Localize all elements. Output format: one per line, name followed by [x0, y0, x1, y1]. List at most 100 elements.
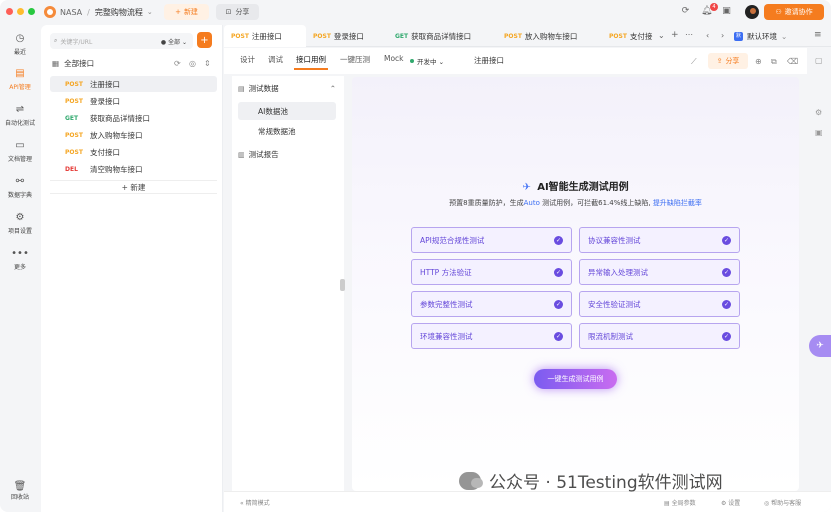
improve-link[interactable]: 提升缺陷拦截率 — [653, 199, 702, 207]
method-badge: POST — [65, 148, 83, 156]
maximize-window-button[interactable] — [28, 8, 35, 15]
right-strip: ▢ ⚙ ▣ — [808, 48, 831, 512]
case-type-card[interactable]: 协议兼容性测试 ✓ — [579, 227, 740, 253]
team-name[interactable]: NASA — [60, 8, 82, 17]
generate-cases-button[interactable]: 一键生成测试用例 — [534, 369, 617, 389]
share-button[interactable]: ⊡ 分享 — [216, 4, 259, 20]
tab-login[interactable]: POST 登录接口 — [306, 25, 388, 47]
tree-root[interactable]: ▦ 全部接口 — [52, 58, 94, 69]
global-params-button[interactable]: ▤ 全局参数 — [664, 498, 696, 507]
invite-button[interactable]: ⚇ 邀请协作 — [764, 4, 824, 20]
code-icon[interactable]: ▣ — [815, 128, 823, 137]
share-label: 分享 — [725, 57, 740, 65]
minimize-window-button[interactable] — [17, 8, 24, 15]
case-type-card[interactable]: API规范合规性测试 ✓ — [411, 227, 572, 253]
tab-api-cases[interactable]: 接口用例 — [294, 54, 328, 70]
ai-assistant-button[interactable]: ✈ — [809, 335, 831, 357]
group-test-report[interactable]: ▥ 测试报告 — [238, 149, 279, 160]
tab-more-icon[interactable]: ⋯ — [685, 30, 693, 39]
tab-scroll-right-icon[interactable]: › — [721, 31, 724, 40]
case-type-card[interactable]: 环境兼容性测试 ✓ — [411, 323, 572, 349]
calendar-icon[interactable]: ▣ — [721, 6, 732, 17]
new-api-button[interactable]: + 新建 — [50, 180, 217, 194]
case-type-card[interactable]: 异常输入处理测试 ✓ — [579, 259, 740, 285]
env-settings-icon[interactable]: ≡ — [814, 30, 822, 40]
add-api-button[interactable]: + — [197, 32, 212, 48]
search-input[interactable]: ⌕ 关键字/URL ● 全部 ⌄ — [50, 33, 193, 49]
project-name[interactable]: 完整购物流程 — [95, 7, 143, 18]
nav-item-recent[interactable]: ◷ 最近 — [0, 33, 40, 56]
nav-item-api[interactable]: ▤ API管理 — [0, 68, 40, 91]
user-plus-icon: ⚇ — [775, 8, 782, 16]
new-tab-icon[interactable]: + — [671, 30, 679, 40]
status-select[interactable]: 开发中 ⌄ — [410, 56, 444, 66]
environment-select[interactable]: 默 默认环境 ⌄ — [734, 28, 809, 44]
gear-icon[interactable]: ⚙ — [815, 108, 822, 117]
tab-add-cart[interactable]: POST 放入购物车接口 — [497, 25, 602, 47]
refresh-icon[interactable]: ⟳ — [680, 6, 691, 17]
avatar[interactable] — [745, 5, 759, 19]
tab-overflow-icon[interactable]: ⌄ — [658, 31, 665, 40]
nav-label: API管理 — [9, 84, 31, 91]
close-window-button[interactable] — [6, 8, 13, 15]
api-item[interactable]: POST 注册接口 — [50, 76, 217, 92]
item-ai-data-pool[interactable]: AI数据池 — [238, 102, 336, 120]
subtitle-mid: 测试用例，可拦截61.4%线上缺陷, — [539, 199, 653, 207]
panel-icon[interactable]: ▢ — [815, 56, 823, 65]
api-item[interactable]: GET 获取商品详情接口 — [50, 110, 217, 126]
filter-select[interactable]: ● 全部 ⌄ — [161, 37, 187, 46]
nav-item-docs[interactable]: ▭ 文档管理 — [0, 140, 40, 163]
share-api-button[interactable]: ⇪ 分享 — [708, 53, 748, 69]
lock-icon[interactable]: ⊕ — [755, 57, 762, 66]
chevron-down-icon[interactable]: ⌄ — [147, 8, 153, 16]
sub-toolbar: 设计 调试 接口用例 一键压测 Mock 开发中 ⌄ 注册接口 ⟋ ⇪ 分享 ⊕… — [224, 48, 807, 74]
tab-payment[interactable]: POST 支付接 — [602, 25, 654, 47]
card-label: API规范合规性测试 — [420, 235, 485, 245]
api-item[interactable]: POST 登录接口 — [50, 93, 217, 109]
case-type-card[interactable]: 参数完整性测试 ✓ — [411, 291, 572, 317]
nav-item-dictionary[interactable]: ⚯ 数据字典 — [0, 176, 40, 199]
app-window: NASA / 完整购物流程 ⌄ + 新建 ⊡ 分享 ⟳ 🔔︎ 4 ▣ ⚇ 邀请协… — [0, 0, 831, 512]
api-name: 清空购物车接口 — [90, 164, 143, 174]
locate-icon[interactable]: ◎ — [189, 59, 196, 68]
api-item[interactable]: DEL 清空购物车接口 — [50, 161, 217, 177]
group-test-data[interactable]: ▤ 测试数据 ⌃ — [238, 83, 336, 94]
trash-button[interactable]: 🗑︎ 回收站 — [0, 481, 40, 501]
subtitle-auto: Auto — [523, 199, 540, 207]
case-type-card[interactable]: HTTP 方法验证 ✓ — [411, 259, 572, 285]
delete-icon[interactable]: ⌫ — [787, 57, 798, 66]
tab-label: 获取商品详情接口 — [411, 31, 472, 41]
settings-button[interactable]: ⚙ 设置 — [721, 498, 740, 507]
chevron-up-icon: ⌃ — [329, 84, 336, 93]
nav-item-more[interactable]: ••• 更多 — [0, 248, 40, 271]
tab-scroll-left-icon[interactable]: ‹ — [706, 31, 709, 40]
api-item[interactable]: POST 放入购物车接口 — [50, 127, 217, 143]
case-type-card[interactable]: 限流机制测试 ✓ — [579, 323, 740, 349]
nav-item-settings[interactable]: ⚙ 项目设置 — [0, 212, 40, 235]
magic-icon[interactable]: ⟋ — [691, 57, 697, 67]
tab-mock[interactable]: Mock — [384, 54, 404, 63]
new-button[interactable]: + 新建 — [164, 4, 209, 20]
help-button[interactable]: ◎ 帮助与客服 — [764, 498, 801, 507]
tab-register[interactable]: POST 注册接口 — [224, 25, 306, 47]
card-label: 协议兼容性测试 — [588, 235, 641, 245]
tab-stress-test[interactable]: 一键压测 — [340, 54, 370, 65]
share-icon: ⇪ — [716, 57, 723, 65]
api-icon: ▤ — [15, 68, 25, 79]
nav-label: 项目设置 — [7, 228, 32, 235]
resize-handle[interactable] — [340, 279, 345, 291]
nav-item-automation[interactable]: ⇌ 自动化测试 — [0, 104, 40, 127]
tab-debug[interactable]: 调试 — [268, 54, 283, 65]
refresh-tree-icon[interactable]: ⟳ — [174, 59, 181, 68]
item-regular-data-pool[interactable]: 常规数据池 — [238, 122, 336, 140]
api-name: 支付接口 — [90, 147, 120, 157]
tab-product-detail[interactable]: GET 获取商品详情接口 — [388, 25, 497, 47]
case-type-card[interactable]: 安全性验证测试 ✓ — [579, 291, 740, 317]
collapse-icon[interactable]: ⇕ — [204, 59, 211, 68]
api-item[interactable]: POST 支付接口 — [50, 144, 217, 160]
compact-mode-toggle[interactable]: « 精简模式 — [240, 498, 270, 507]
copy-icon[interactable]: ⧉ — [771, 57, 777, 67]
tab-design[interactable]: 设计 — [240, 54, 255, 65]
api-name: 登录接口 — [90, 96, 120, 106]
plus-icon: + — [175, 8, 181, 16]
